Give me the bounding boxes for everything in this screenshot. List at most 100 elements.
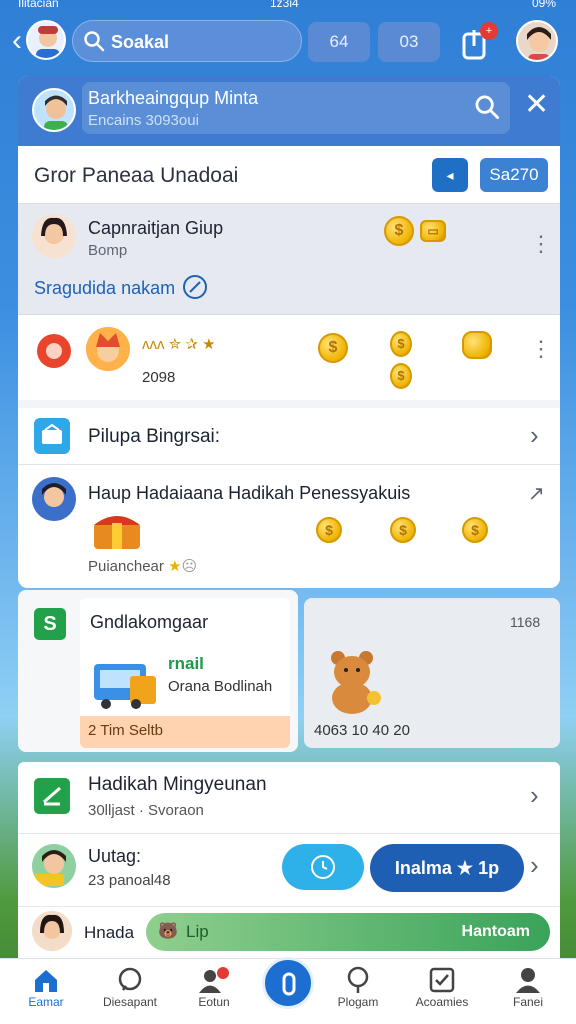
mail-tag: rnail <box>168 654 204 673</box>
uutag-row: Uutag: 23 panoal48 Inalma ★ 1p › <box>18 834 560 906</box>
bear-card-footer: 4063 10 40 20 <box>314 722 410 739</box>
bottom-nav: Eamar Diesapant Eotun Plogam Acoamies Fa… <box>0 957 576 1024</box>
pilpa-row[interactable]: Pilupa Bingrsai: › <box>18 408 560 464</box>
group-name: Gror Paneaa Unadoai <box>34 164 239 187</box>
back-chevron-icon[interactable]: ‹ <box>12 26 22 56</box>
nav-profile[interactable]: Fanei <box>488 965 568 1009</box>
haup-avatar <box>32 477 76 521</box>
hadikah-row[interactable]: Hadikah Mingyeunan 30lljast · Svoraon › <box>18 762 560 834</box>
progress-action-bar[interactable]: 🐻 Lip Hantoam <box>146 913 550 951</box>
campaign-link[interactable]: Sragudida nakam <box>34 278 175 299</box>
mail-card-title: Gndlakomgaar <box>90 612 209 632</box>
group-panel: Barkheaingqup Minta Encains 3093oui ✕ Gr… <box>18 76 560 588</box>
group-action-button[interactable]: ◂ <box>432 158 468 192</box>
haup-title: Haup Hadaiaana Hadikah Penessyakuis <box>88 483 411 503</box>
expand-icon[interactable]: ↗ <box>528 481 545 507</box>
carrier-label: Ilitacian <box>18 0 59 10</box>
campaign-card[interactable]: Capnraitjan Giup Bomp Sragudida nakam $ … <box>18 204 560 314</box>
nav-chat-label: Diesapant <box>102 995 158 1009</box>
nav-pin[interactable]: Plogam <box>318 965 398 1009</box>
profile-avatar[interactable] <box>516 20 558 62</box>
top-chip-1[interactable]: 64 <box>308 22 370 62</box>
chevron-right-icon[interactable]: › <box>530 422 539 448</box>
uutag-title: Uutag: <box>88 846 142 866</box>
campaign-avatar <box>32 214 76 258</box>
card-app-icon: S <box>34 608 66 640</box>
uutag-subtitle: 23 panoal48 <box>88 872 171 889</box>
face-icon: ☹ <box>181 558 198 575</box>
coin-icon: $ <box>390 363 412 389</box>
nav-pin-label: Plogam <box>337 995 379 1009</box>
mail-card-footer: 2 Tim Seltb <box>80 716 290 748</box>
mascot-icon: 🐻 <box>158 923 178 940</box>
panel-header: Barkheaingqup Minta Encains 3093oui ✕ <box>18 76 560 146</box>
coin-icon: $ <box>390 517 416 543</box>
nav-home[interactable]: Eamar <box>6 965 86 1009</box>
top-bar: ‹ Soakal 64 03 + <box>0 10 576 72</box>
coin-icon: $ <box>462 517 488 543</box>
campaign-title: Capnraitjan Giup <box>88 218 224 238</box>
notification-badge: + <box>480 22 498 40</box>
nav-create-button[interactable] <box>262 957 314 1009</box>
panel-subtitle: Encains 3093oui <box>88 112 199 129</box>
group-name-row: Gror Paneaa Unadoai ◂ Sa270 <box>18 146 560 204</box>
battery-level: 09% <box>531 0 556 10</box>
pin-icon <box>318 965 398 995</box>
user-avatar[interactable] <box>26 20 66 60</box>
bear-card[interactable]: 1168 4063 10 40 20 <box>304 598 560 748</box>
haup-footer: Puianchear ★☹ <box>88 557 197 575</box>
person-icon <box>488 965 568 995</box>
timer-button[interactable] <box>282 844 364 890</box>
coin-icon: $ <box>390 331 412 357</box>
star-icon: ★ <box>168 558 182 575</box>
haup-row[interactable]: Haup Hadaiaana Hadikah Penessyakuis $ $ … <box>18 464 560 588</box>
coin-stack-icon <box>462 331 492 359</box>
check-icon <box>402 965 482 995</box>
reward-avatar <box>86 327 130 371</box>
clock: 1z3i4 <box>270 0 299 10</box>
hnada-label: Hnada <box>84 923 135 942</box>
clock-icon <box>311 855 335 879</box>
panel-title: Barkheaingqup Minta <box>88 88 259 108</box>
reward-count: 2098 <box>142 369 176 386</box>
search-icon <box>83 30 105 57</box>
group-points-button[interactable]: Sa270 <box>480 158 548 192</box>
more-options-icon[interactable]: ⋮ <box>530 233 552 255</box>
home-icon <box>6 965 86 995</box>
link-arrow-icon[interactable] <box>182 274 208 305</box>
campaign-subtitle: Bomp <box>88 242 128 259</box>
primary-action-button[interactable]: Inalma ★ 1p <box>370 844 524 892</box>
search-input[interactable]: Soakal <box>72 20 302 62</box>
bar-right-label: Hantoam <box>461 923 530 940</box>
shop-illustration-icon <box>90 648 160 717</box>
nav-chat[interactable]: Diesapant <box>90 965 170 1009</box>
more-options-icon[interactable]: ⋮ <box>530 338 552 360</box>
treasure-chest-icon <box>88 509 146 558</box>
nav-people[interactable]: Eotun <box>174 965 254 1009</box>
top-chip-2[interactable]: 03 <box>378 22 440 62</box>
nav-accounts[interactable]: Acoamies <box>402 965 482 1009</box>
bear-mascot-icon <box>318 646 388 721</box>
coin-icon: $ <box>316 517 342 543</box>
group-avatar <box>32 88 76 132</box>
nav-accounts-label: Acoamies <box>415 995 469 1009</box>
mail-card[interactable]: S Gndlakomgaar rnail Orana Bodlinah 2 Ti… <box>18 590 298 752</box>
reward-stars: ᴧᴧᴧ ✮ ✰ ★ <box>142 336 216 353</box>
search-icon[interactable] <box>474 94 500 125</box>
gift-coin-icon: ▭ <box>420 220 446 242</box>
nav-home-label: Eamar <box>28 995 64 1009</box>
hadikah-subtitle: 30lljast · Svoraon <box>88 802 204 819</box>
pilpa-app-icon <box>34 418 70 454</box>
chevron-right-icon[interactable]: › <box>530 852 539 878</box>
hnada-row: Hnada 🐻 Lip Hantoam <box>18 906 560 958</box>
pilpa-label: Pilupa Bingrsai: <box>88 426 221 447</box>
coin-icon: $ <box>384 216 414 246</box>
reward-row[interactable]: ᴧᴧᴧ ✮ ✰ ★ 2098 $ $ $ ⋮ <box>18 314 560 400</box>
coin-icon: $ <box>318 333 348 363</box>
uutag-avatar <box>32 844 76 888</box>
mail-subtitle: Orana Bodlinah <box>168 678 273 695</box>
close-icon[interactable]: ✕ <box>524 90 549 120</box>
chevron-right-icon[interactable]: › <box>530 782 539 808</box>
hadikah-app-icon <box>34 778 70 814</box>
bear-card-count: 1168 <box>510 614 541 630</box>
